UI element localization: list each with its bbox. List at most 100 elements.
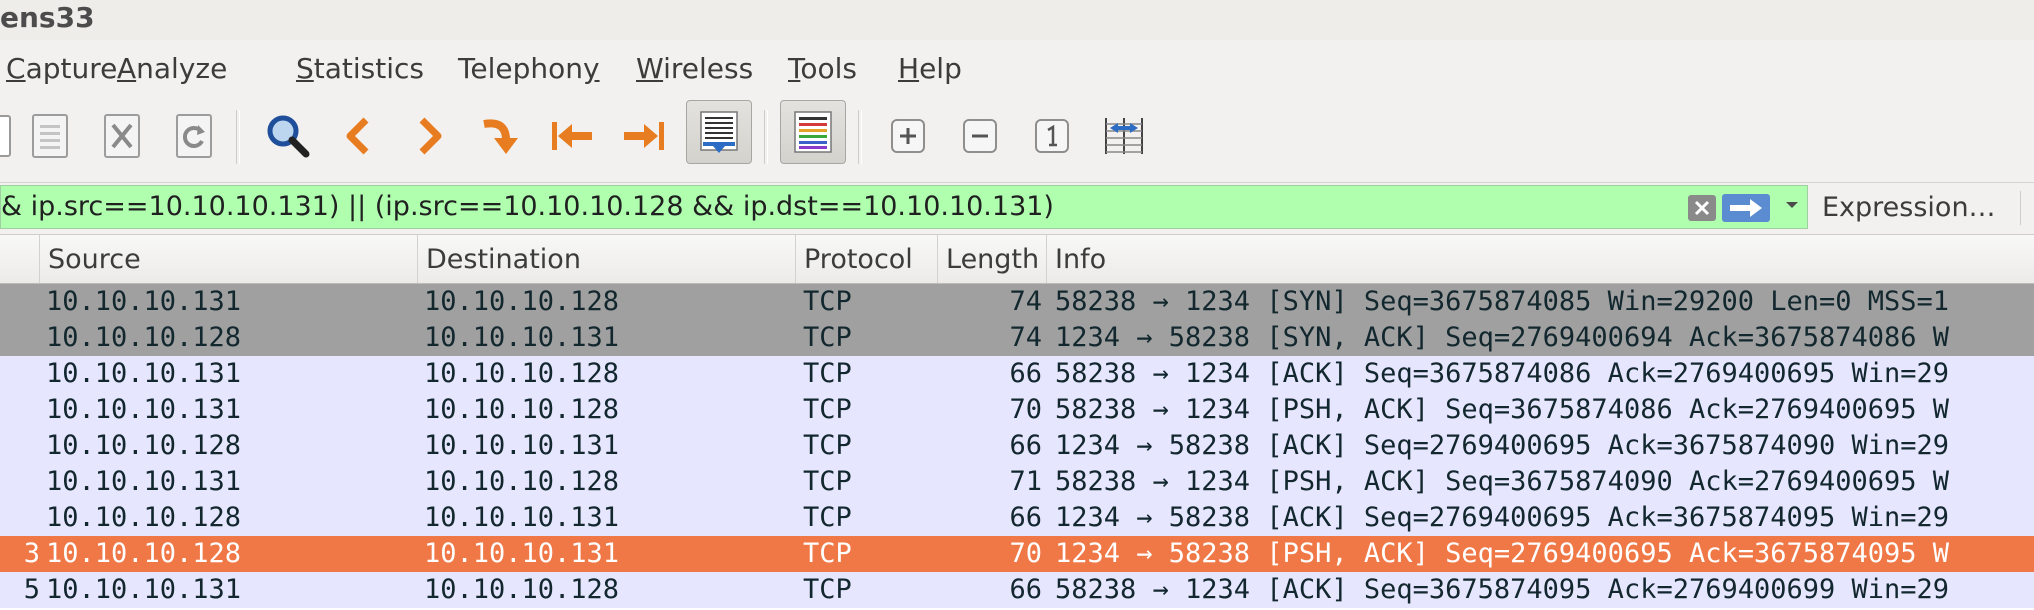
protocol-cell: TCP bbox=[803, 358, 852, 389]
column-header-protocol[interactable]: Protocol bbox=[796, 235, 938, 283]
destination-cell: 10.10.10.128 bbox=[424, 286, 620, 317]
packet-number-cell bbox=[0, 284, 40, 320]
destination-cell: 10.10.10.131 bbox=[424, 430, 620, 461]
packet-number-cell bbox=[0, 428, 40, 464]
destination-cell: 10.10.10.128 bbox=[424, 358, 620, 389]
packet-list[interactable]: Source Destination Protocol Length Info … bbox=[0, 234, 2034, 610]
length-cell: 66 bbox=[1009, 358, 1042, 389]
protocol-cell: TCP bbox=[803, 394, 852, 425]
length-cell: 71 bbox=[1009, 466, 1042, 497]
zoom-in-button[interactable] bbox=[876, 104, 940, 168]
colorize-button[interactable] bbox=[780, 100, 846, 164]
info-cell: 58238 → 1234 [ACK] Seq=3675874086 Ack=27… bbox=[1055, 358, 1950, 389]
packet-number-cell: 5 bbox=[23, 574, 40, 605]
menu-statistics[interactable]: Statistics bbox=[296, 40, 424, 96]
table-row[interactable]: 5 10.10.10.131 10.10.10.128 TCP 66 58238 → 12… bbox=[0, 572, 2034, 608]
info-cell: 1234 → 58238 [SYN, ACK] Seq=2769400694 A… bbox=[1055, 322, 1950, 353]
display-filter-bar: & ip.src==10.10.10.131) || (ip.src==10.1… bbox=[0, 183, 2034, 233]
go-to-packet-icon bbox=[483, 119, 518, 154]
close-file-icon bbox=[104, 114, 140, 158]
info-cell: 1234 → 58238 [ACK] Seq=2769400695 Ack=36… bbox=[1055, 502, 1950, 533]
protocol-cell: TCP bbox=[803, 430, 852, 461]
resize-columns-button[interactable] bbox=[1092, 104, 1156, 168]
menu-capture[interactable]: Capture bbox=[6, 40, 117, 96]
arrow-right-icon bbox=[1730, 199, 1762, 217]
chevron-down-icon bbox=[1786, 202, 1798, 208]
source-cell: 10.10.10.128 bbox=[46, 502, 242, 533]
display-filter-text[interactable]: & ip.src==10.10.10.131) || (ip.src==10.1… bbox=[1, 186, 1054, 228]
table-row-selected[interactable]: 3 10.10.10.128 10.10.10.131 TCP 70 1234 → 582… bbox=[0, 536, 2034, 572]
table-row[interactable]: 10.10.10.131 10.10.10.128 TCP 74 58238 → 123… bbox=[0, 284, 2034, 320]
menu-telephony[interactable]: Telephony bbox=[458, 40, 600, 96]
destination-cell: 10.10.10.131 bbox=[424, 538, 620, 569]
table-row[interactable]: 10.10.10.128 10.10.10.131 TCP 74 1234 → 5823… bbox=[0, 320, 2034, 356]
close-file-button[interactable] bbox=[90, 104, 154, 168]
go-to-packet-button[interactable] bbox=[468, 104, 532, 168]
table-row[interactable]: 10.10.10.128 10.10.10.131 TCP 66 1234 → 5823… bbox=[0, 428, 2034, 464]
reload-button[interactable] bbox=[162, 104, 226, 168]
column-header-destination[interactable]: Destination bbox=[418, 235, 796, 283]
menu-analyze[interactable]: Analyze bbox=[117, 40, 227, 96]
table-row[interactable]: 10.10.10.131 10.10.10.128 TCP 71 58238 → 123… bbox=[0, 464, 2034, 500]
packet-number-cell bbox=[0, 464, 40, 500]
clear-icon bbox=[1694, 200, 1710, 216]
column-header-info[interactable]: Info bbox=[1047, 235, 2034, 283]
packet-number-cell bbox=[0, 500, 40, 536]
protocol-cell: TCP bbox=[803, 502, 852, 533]
info-cell: 58238 → 1234 [ACK] Seq=3675874095 Ack=27… bbox=[1055, 574, 1950, 605]
source-cell: 10.10.10.128 bbox=[46, 322, 242, 353]
menu-help[interactable]: Help bbox=[898, 40, 962, 96]
apply-filter-button[interactable] bbox=[1722, 194, 1770, 222]
toolbar-separator bbox=[236, 110, 240, 164]
last-packet-icon bbox=[624, 122, 664, 150]
packet-number-cell: 3 bbox=[23, 538, 40, 569]
normal-size-button[interactable] bbox=[1020, 104, 1084, 168]
last-packet-button[interactable] bbox=[612, 104, 676, 168]
source-cell: 10.10.10.128 bbox=[46, 538, 242, 569]
table-row[interactable]: 10.10.10.131 10.10.10.128 TCP 70 58238 → 123… bbox=[0, 392, 2034, 428]
toolbar-separator bbox=[858, 110, 862, 164]
length-cell: 70 bbox=[1009, 394, 1042, 425]
protocol-cell: TCP bbox=[803, 574, 852, 605]
first-packet-icon bbox=[552, 122, 592, 150]
save-file-button[interactable] bbox=[18, 104, 82, 168]
packet-list-header: Source Destination Protocol Length Info bbox=[0, 234, 2034, 284]
packet-number-cell bbox=[0, 356, 40, 392]
auto-scroll-icon bbox=[700, 111, 738, 153]
info-cell: 1234 → 58238 [ACK] Seq=2769400695 Ack=36… bbox=[1055, 430, 1950, 461]
table-row[interactable]: 10.10.10.128 10.10.10.131 TCP 66 1234 → 5823… bbox=[0, 500, 2034, 536]
save-file-icon bbox=[32, 114, 68, 158]
length-cell: 66 bbox=[1009, 574, 1042, 605]
table-row[interactable]: 10.10.10.131 10.10.10.128 TCP 66 58238 → 123… bbox=[0, 356, 2034, 392]
normal-size-icon bbox=[1035, 119, 1069, 153]
auto-scroll-button[interactable] bbox=[686, 100, 752, 164]
source-cell: 10.10.10.131 bbox=[46, 286, 242, 317]
go-forward-button[interactable] bbox=[398, 104, 462, 168]
filter-history-dropdown[interactable] bbox=[1780, 189, 1804, 221]
expression-button[interactable]: Expression… bbox=[1822, 183, 1996, 233]
zoom-out-button[interactable] bbox=[948, 104, 1012, 168]
clear-filter-button[interactable] bbox=[1688, 195, 1716, 221]
go-back-button[interactable] bbox=[326, 104, 390, 168]
column-header-source[interactable]: Source bbox=[40, 235, 418, 283]
reload-icon bbox=[176, 114, 212, 158]
source-cell: 10.10.10.131 bbox=[46, 574, 242, 605]
menu-wireless[interactable]: Wireless bbox=[636, 40, 753, 96]
source-cell: 10.10.10.131 bbox=[46, 358, 242, 389]
info-cell: 58238 → 1234 [SYN] Seq=3675874085 Win=29… bbox=[1055, 286, 1950, 317]
column-header-length[interactable]: Length bbox=[938, 235, 1047, 283]
first-packet-button[interactable] bbox=[540, 104, 604, 168]
protocol-cell: TCP bbox=[803, 286, 852, 317]
source-cell: 10.10.10.131 bbox=[46, 394, 242, 425]
find-packet-button[interactable] bbox=[256, 104, 320, 168]
column-header-no[interactable] bbox=[0, 235, 40, 283]
destination-cell: 10.10.10.131 bbox=[424, 502, 620, 533]
menu-tools[interactable]: Tools bbox=[788, 40, 857, 96]
zoom-out-icon bbox=[963, 119, 997, 153]
packet-number-cell bbox=[0, 392, 40, 428]
length-cell: 70 bbox=[1009, 538, 1042, 569]
display-filter-input[interactable]: & ip.src==10.10.10.131) || (ip.src==10.1… bbox=[0, 185, 1808, 229]
go-back-icon bbox=[346, 117, 369, 155]
info-cell: 58238 → 1234 [PSH, ACK] Seq=3675874086 A… bbox=[1055, 394, 1950, 425]
find-packet-icon bbox=[267, 115, 310, 158]
